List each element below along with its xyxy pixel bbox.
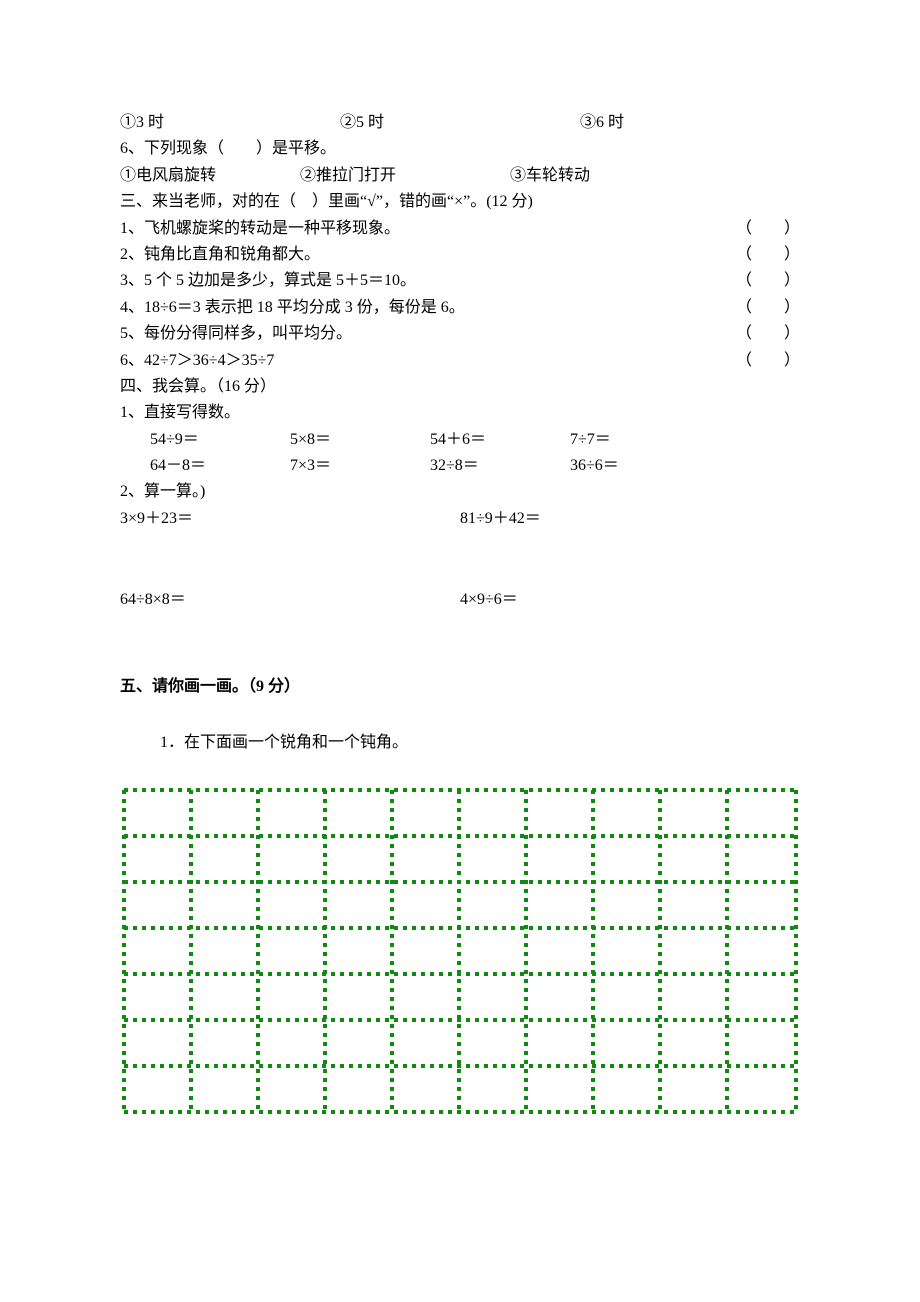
section-5-title: 五、请你画一画。（9 分） [120, 674, 800, 700]
tf-1-paren: （ ） [736, 216, 800, 242]
calc-row-1: 54÷9＝ 5×8＝ 54＋6＝ 7÷7＝ [120, 427, 800, 453]
drawing-grid [120, 786, 800, 1116]
calc-row-2: 64－8＝ 7×3＝ 32÷8＝ 36÷6＝ [120, 453, 800, 479]
q6-opt-1: ①电风扇旋转 [120, 163, 300, 189]
q6-opt-2: ②推拉门打开 [300, 163, 510, 189]
calc-1-3: 54＋6＝ [430, 427, 570, 453]
tf-2-text: 2、钝角比直角和锐角都大。 [120, 242, 736, 268]
q5-opt-2: ②5 时 [340, 110, 580, 136]
q5-options: ①3 时 ②5 时 ③6 时 [120, 110, 800, 136]
tf-5-text: 5、每份分得同样多，叫平均分。 [120, 321, 736, 347]
calc-pair-1-l: 3×9＋23＝ [120, 506, 460, 532]
grid-svg [120, 786, 800, 1116]
tf-3-paren: （ ） [736, 268, 800, 294]
calc-1-2: 5×8＝ [290, 427, 430, 453]
tf-6-paren: （ ） [636, 348, 800, 374]
q5-opt-1: ①3 时 [120, 110, 340, 136]
tf-3-text: 3、5 个 5 边加是多少，算式是 5＋5＝10。 [120, 268, 736, 294]
tf-1-text: 1、飞机螺旋桨的转动是一种平移现象。 [120, 216, 736, 242]
calc-pair-2-r: 4×9÷6＝ [460, 587, 800, 613]
calc-1-1: 54÷9＝ [150, 427, 290, 453]
q5-opt-3: ③6 时 [580, 110, 800, 136]
tf-4-paren: （ ） [736, 295, 800, 321]
section-4-title: 四、我会算。（16 分） [120, 374, 800, 400]
tf-6-text: 6、42÷7＞36÷4＞35÷7 [120, 348, 636, 374]
section-5-sub1: 1．在下面画一个锐角和一个钝角。 [120, 730, 800, 756]
tf-2: 2、钝角比直角和锐角都大。 （ ） [120, 242, 800, 268]
q6-options: ①电风扇旋转 ②推拉门打开 ③车轮转动 [120, 163, 800, 189]
section-4-sub2: 2、算一算。) [120, 479, 800, 505]
calc-pair-1: 3×9＋23＝ 81÷9＋42＝ [120, 506, 800, 532]
tf-4: 4、18÷6＝3 表示把 18 平均分成 3 份，每份是 6。 （ ） [120, 295, 800, 321]
section-4-sub1: 1、直接写得数。 [120, 400, 800, 426]
tf-3: 3、5 个 5 边加是多少，算式是 5＋5＝10。 （ ） [120, 268, 800, 294]
calc-pair-2: 64÷8×8＝ 4×9÷6＝ [120, 587, 800, 613]
calc-2-1: 64－8＝ [150, 453, 290, 479]
tf-2-paren: （ ） [736, 242, 800, 268]
calc-2-4: 36÷6＝ [570, 453, 710, 479]
tf-6: 6、42÷7＞36÷4＞35÷7 （ ） [120, 348, 800, 374]
calc-pair-2-l: 64÷8×8＝ [120, 587, 460, 613]
calc-2-3: 32÷8＝ [430, 453, 570, 479]
tf-5-paren: （ ） [736, 321, 800, 347]
tf-4-text: 4、18÷6＝3 表示把 18 平均分成 3 份，每份是 6。 [120, 295, 736, 321]
section-3-title: 三、来当老师，对的在（ ）里画“√”，错的画“×”。(12 分) [120, 189, 800, 215]
calc-pair-1-r: 81÷9＋42＝ [460, 506, 800, 532]
calc-1-4: 7÷7＝ [570, 427, 710, 453]
q6-opt-3: ③车轮转动 [510, 163, 800, 189]
calc-2-2: 7×3＝ [290, 453, 430, 479]
q6-text: 6、下列现象（ ）是平移。 [120, 136, 800, 162]
tf-5: 5、每份分得同样多，叫平均分。 （ ） [120, 321, 800, 347]
tf-1: 1、飞机螺旋桨的转动是一种平移现象。 （ ） [120, 216, 800, 242]
